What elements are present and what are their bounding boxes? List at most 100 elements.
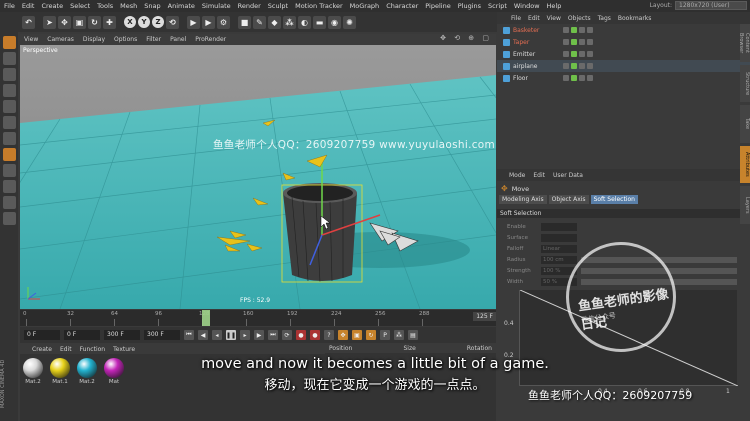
menu-item-render[interactable]: Render (238, 2, 261, 10)
go-to-start-icon[interactable]: ⏮ (184, 330, 194, 340)
tag-icon[interactable] (571, 27, 577, 33)
pause-icon[interactable]: ❚❚ (226, 330, 236, 340)
key-rotation-icon[interactable]: ↻ (366, 330, 376, 340)
array-icon[interactable]: ⁂ (283, 15, 296, 29)
timeline-ruler[interactable]: 0326496128160192224256288 125 F (20, 310, 496, 326)
material-menu-create[interactable]: Create (32, 346, 52, 353)
tab-object-axis[interactable]: Object Axis (548, 195, 589, 204)
menu-item-plugins[interactable]: Plugins (458, 2, 481, 10)
undo-icon[interactable]: ↶ (22, 15, 35, 29)
key-scale-icon[interactable]: ▣ (352, 330, 362, 340)
tag-icon[interactable] (563, 63, 569, 69)
solo-icon[interactable] (2, 196, 16, 209)
menu-item-create[interactable]: Create (41, 2, 63, 10)
side-tab[interactable]: Attributes (740, 145, 750, 184)
menu-item-snap[interactable]: Snap (144, 2, 160, 10)
menu-item-edit[interactable]: Edit (22, 2, 35, 10)
param-value[interactable] (541, 233, 577, 242)
key-position-icon[interactable]: ✥ (338, 330, 348, 340)
tag-icon[interactable] (587, 27, 593, 33)
y-axis-toggle[interactable]: Y (138, 16, 150, 28)
loop-icon[interactable]: ⟳ (282, 330, 292, 340)
cube-icon[interactable]: ■ (238, 15, 251, 29)
model-mode-icon[interactable] (2, 52, 16, 65)
menu-item-mesh[interactable]: Mesh (120, 2, 137, 10)
menu-item-mograph[interactable]: MoGraph (350, 2, 380, 10)
texture-mode-icon[interactable] (2, 68, 16, 81)
menu-item-file[interactable]: File (4, 2, 15, 10)
object-row[interactable]: Emitter (497, 48, 750, 60)
camera-icon[interactable]: ◉ (328, 15, 341, 29)
tag-icon[interactable] (579, 63, 585, 69)
deformer-icon[interactable]: ◐ (298, 15, 311, 29)
lock-workplane-icon[interactable] (2, 212, 16, 225)
param-value[interactable]: 100 cm (541, 255, 577, 264)
key-param-icon[interactable]: P (380, 330, 390, 340)
tag-icon[interactable] (587, 63, 593, 69)
tag-icon[interactable] (563, 39, 569, 45)
viewport-menu-options[interactable]: Options (114, 36, 137, 43)
polygons-mode-icon[interactable] (2, 132, 16, 145)
tab-modeling-axis[interactable]: Modeling Axis (499, 195, 547, 204)
render-picture-icon[interactable]: ▶ (202, 15, 215, 29)
object-menu-bookmarks[interactable]: Bookmarks (618, 15, 652, 22)
select-arrow-icon[interactable]: ➤ (43, 15, 56, 29)
side-tab[interactable]: Layers (740, 186, 750, 224)
key-pla-icon[interactable]: ⁂ (394, 330, 404, 340)
tag-icon[interactable] (563, 51, 569, 57)
side-tab[interactable]: Structure (740, 64, 750, 103)
tag-icon[interactable] (563, 75, 569, 81)
make-editable-icon[interactable] (2, 36, 16, 49)
menu-item-pipeline[interactable]: Pipeline (425, 2, 450, 10)
menu-item-help[interactable]: Help (547, 2, 562, 10)
edges-mode-icon[interactable] (2, 116, 16, 129)
perspective-viewport[interactable]: Perspective FPS : 52.9 (20, 45, 496, 309)
end-frame-field[interactable]: 300 F (144, 330, 180, 340)
material-menu-edit[interactable]: Edit (60, 346, 72, 353)
start-frame-field[interactable]: 0 F (24, 330, 60, 340)
viewport-menu-cameras[interactable]: Cameras (47, 36, 74, 43)
tag-icon[interactable] (571, 51, 577, 57)
object-row[interactable]: Basketer (497, 24, 750, 36)
menu-item-motion-tracker[interactable]: Motion Tracker (295, 2, 343, 10)
menu-item-animate[interactable]: Animate (168, 2, 195, 10)
material-menu-texture[interactable]: Texture (113, 346, 135, 353)
tag-icon[interactable] (563, 27, 569, 33)
material-menu-function[interactable]: Function (80, 346, 106, 353)
object-menu-edit[interactable]: Edit (528, 15, 540, 22)
tag-icon[interactable] (587, 51, 593, 57)
layout-dropdown[interactable]: 1280x720 (User) (675, 1, 747, 10)
timeline-window-icon[interactable]: ▤ (408, 330, 418, 340)
viewport-menu-display[interactable]: Display (83, 36, 105, 43)
axis-mode-icon[interactable] (2, 148, 16, 161)
prev-key-icon[interactable]: ◀ (198, 330, 208, 340)
tag-icon[interactable] (579, 27, 585, 33)
menu-item-window[interactable]: Window (514, 2, 540, 10)
render-view-icon[interactable]: ▶ (187, 15, 200, 29)
timeline-playhead[interactable] (202, 310, 210, 326)
viewport-menu-view[interactable]: View (24, 36, 38, 43)
object-menu-objects[interactable]: Objects (568, 15, 591, 22)
object-row[interactable]: Floor (497, 72, 750, 84)
z-axis-toggle[interactable]: Z (152, 16, 164, 28)
autokey-icon[interactable]: ● (310, 330, 320, 340)
menu-item-character[interactable]: Character (386, 2, 418, 10)
pen-icon[interactable]: ✎ (253, 15, 266, 29)
prev-frame-icon[interactable]: ◂ (212, 330, 222, 340)
record-icon[interactable]: ● (296, 330, 306, 340)
side-tab[interactable]: Take (740, 105, 750, 143)
viewport-menu-filter[interactable]: Filter (146, 36, 161, 43)
workplane-icon[interactable] (2, 84, 16, 97)
menu-item-tools[interactable]: Tools (97, 2, 113, 10)
menu-item-sculpt[interactable]: Sculpt (268, 2, 288, 10)
add-icon[interactable]: ✚ (103, 15, 116, 29)
param-value[interactable] (541, 222, 577, 231)
menu-item-simulate[interactable]: Simulate (202, 2, 231, 10)
snap-icon[interactable] (2, 180, 16, 193)
tag-icon[interactable] (587, 75, 593, 81)
tweak-mode-icon[interactable] (2, 164, 16, 177)
object-menu-file[interactable]: File (511, 15, 521, 22)
side-tab[interactable]: Content Browser (738, 24, 750, 62)
tag-icon[interactable] (579, 51, 585, 57)
tag-icon[interactable] (571, 63, 577, 69)
